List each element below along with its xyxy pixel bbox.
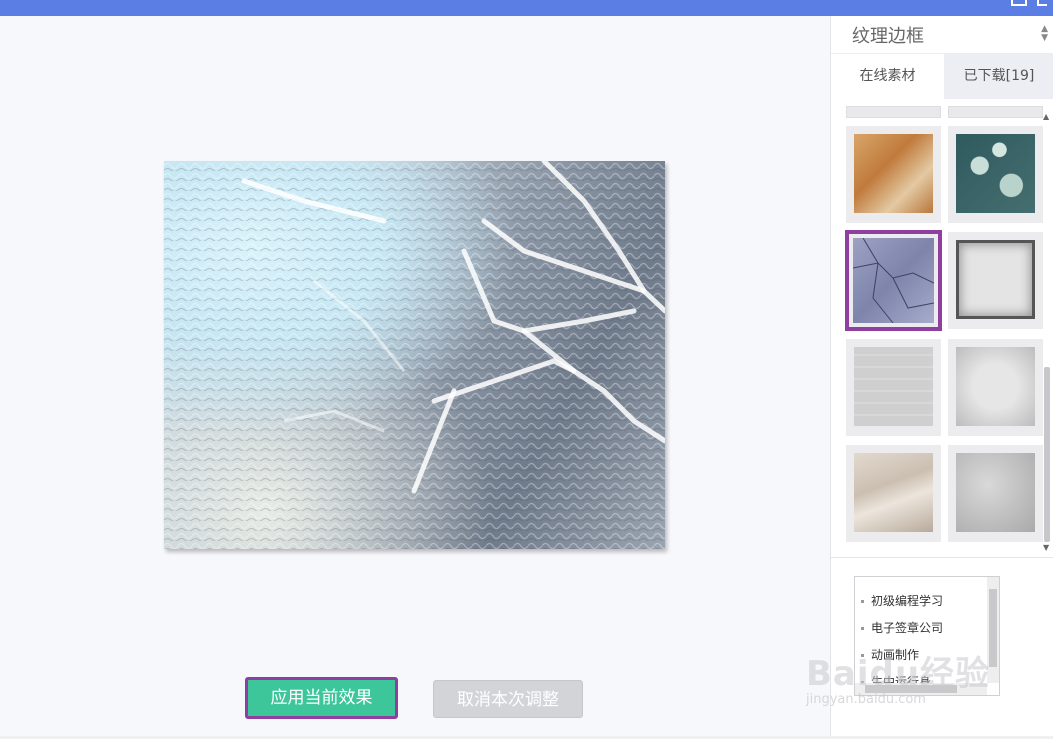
category-dropdown-label: 纹理边框 xyxy=(852,26,924,47)
list-item[interactable]: 初级编程学习 xyxy=(861,591,943,618)
title-bar xyxy=(0,0,1053,16)
texture-thumb-selected[interactable] xyxy=(845,230,942,331)
window-restore-icon[interactable] xyxy=(1011,0,1027,6)
bullet-icon xyxy=(861,627,864,630)
scroll-up-icon[interactable]: ▲ xyxy=(1043,112,1049,121)
texture-thumb[interactable] xyxy=(846,445,941,542)
list-item[interactable]: 电子签章公司 xyxy=(861,618,943,645)
texture-grid xyxy=(831,106,1053,556)
texture-preview-image xyxy=(164,161,665,549)
texture-thumb[interactable] xyxy=(846,126,941,223)
texture-thumb-partial[interactable] xyxy=(948,106,1043,118)
baidu-watermark-url: jingyan.baidu.com xyxy=(806,692,926,707)
source-tabs: 在线素材 已下载[19] xyxy=(831,54,1053,99)
gray-concrete-texture xyxy=(956,453,1035,532)
updown-arrows-icon: ▲ ▼ xyxy=(1041,24,1048,43)
orange-marble-texture xyxy=(854,134,933,213)
apply-effect-button[interactable]: 应用当前效果 xyxy=(245,677,398,719)
gray-wood-texture xyxy=(854,347,933,426)
window-close-icon[interactable] xyxy=(1037,0,1047,6)
texture-thumb[interactable] xyxy=(948,339,1043,436)
category-dropdown[interactable]: 纹理边框 ▲ ▼ xyxy=(831,16,1053,54)
blue-cracked-stone-texture xyxy=(852,237,935,324)
texture-grid-scrollbar[interactable]: ▲ ▼ xyxy=(1042,112,1052,552)
texture-thumb[interactable] xyxy=(846,339,941,436)
texture-thumb[interactable] xyxy=(948,126,1043,223)
texture-thumb[interactable] xyxy=(948,232,1043,329)
scrollbar-thumb[interactable] xyxy=(989,589,997,667)
baidu-watermark-logo: Baidu经验 xyxy=(806,654,991,694)
scrollbar-thumb[interactable] xyxy=(1044,367,1050,542)
divider xyxy=(831,557,1053,558)
cancel-adjustment-button[interactable]: 取消本次调整 xyxy=(433,680,583,718)
bullet-icon xyxy=(861,600,864,603)
sidebar-panel: 纹理边框 ▲ ▼ 在线素材 已下载[19] ▲ ▼ 初级编程学习 电子签章公司 … xyxy=(830,16,1053,739)
tab-downloaded[interactable]: 已下载[19] xyxy=(944,54,1053,99)
texture-thumb[interactable] xyxy=(948,445,1043,542)
gray-frame-texture xyxy=(956,240,1035,319)
beige-stone-texture xyxy=(854,453,933,532)
texture-thumb-partial[interactable] xyxy=(846,106,941,118)
light-gray-grunge-texture xyxy=(956,347,1035,426)
teal-patina-texture xyxy=(956,134,1035,213)
scroll-down-icon[interactable]: ▼ xyxy=(1043,543,1049,552)
tab-online-materials[interactable]: 在线素材 xyxy=(831,54,944,99)
